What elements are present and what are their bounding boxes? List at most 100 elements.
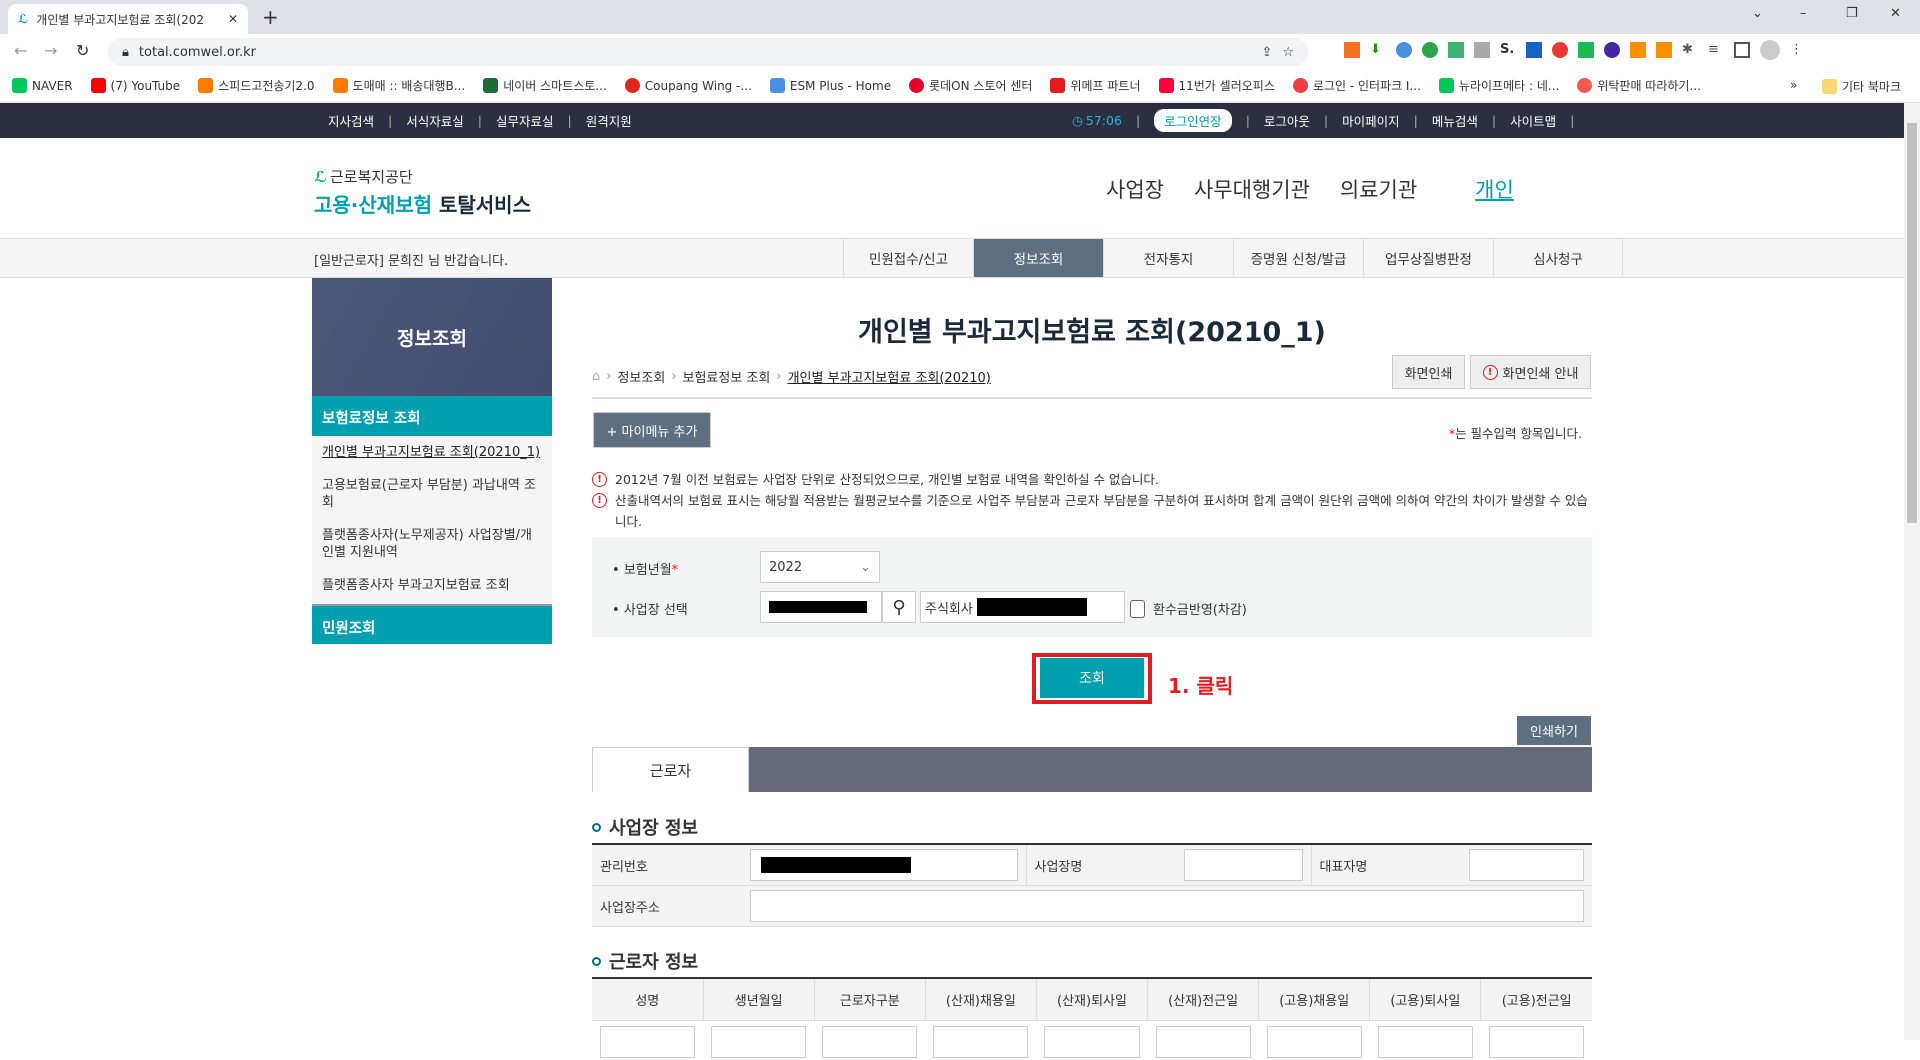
extension-icon[interactable] (1578, 42, 1594, 58)
reading-list-icon[interactable]: ≡ (1708, 42, 1724, 58)
extension-icon[interactable] (1656, 42, 1672, 58)
site-logo[interactable]: ℒ 근로복지공단 고용·산재보험 토탈서비스 (314, 166, 531, 218)
nav-agency[interactable]: 사무대행기관 (1194, 174, 1310, 204)
menu-appeal[interactable]: 심사청구 (1493, 239, 1623, 277)
bookmark[interactable]: (7) YouTube (90, 78, 180, 93)
bookmark[interactable]: NAVER (12, 78, 73, 93)
scrollbar-thumb[interactable] (1907, 123, 1917, 523)
branch-search-link[interactable]: 지사검색 (328, 111, 374, 130)
field-label: 대표자명 (1310, 844, 1461, 886)
sitemap-link[interactable]: 사이트맵 (1510, 111, 1556, 130)
refund-checkbox-row[interactable]: 환수금반영(차감) (1130, 599, 1247, 618)
mypage-link[interactable]: 마이페이지 (1342, 111, 1400, 130)
menu-search-link[interactable]: 메뉴검색 (1432, 111, 1478, 130)
bookmark-favicon (332, 78, 348, 93)
bookmark[interactable]: 스피드고전송기2.0 (198, 77, 315, 94)
redacted-value (976, 598, 1087, 616)
sidebar-item-overpaid[interactable]: 고용보험료(근로자 부담분) 과납내역 조회 (322, 477, 542, 511)
print-button[interactable]: 인쇄하기 (1517, 716, 1591, 745)
bookmarks-overflow[interactable]: » (1790, 78, 1797, 92)
close-window-icon[interactable]: ✕ (1890, 6, 1901, 21)
sidebar-item-individual-premium[interactable]: 개인별 부과고지보험료 조회(20210_1) (322, 444, 542, 461)
search-button[interactable]: 조회 (1040, 658, 1144, 698)
adblock-icon[interactable] (1552, 42, 1568, 58)
bookmark[interactable]: 도매매 :: 배송대행B... (332, 77, 465, 94)
biz-number-input[interactable] (760, 591, 882, 623)
bookmark[interactable]: 로그인 - 인터파크 I... (1292, 77, 1421, 94)
breadcrumb-item[interactable]: 보험료정보 조회 (683, 367, 771, 386)
logout-link[interactable]: 로그아웃 (1264, 111, 1310, 130)
close-tab-icon[interactable]: ✕ (228, 12, 238, 26)
print-screen-button[interactable]: 화면인쇄 (1392, 355, 1465, 389)
extension-icon[interactable] (1448, 42, 1464, 58)
extension-icon[interactable] (1604, 42, 1620, 58)
login-extend-button[interactable]: 로그인연장 (1154, 109, 1232, 132)
bookmark[interactable]: ESM Plus - Home (769, 78, 891, 93)
nav-individual[interactable]: 개인 (1475, 174, 1514, 204)
extension-icon[interactable] (1474, 42, 1490, 58)
puzzle-icon[interactable]: ✱ (1682, 42, 1698, 58)
back-icon[interactable]: ← (14, 41, 27, 60)
forward-icon[interactable]: → (44, 41, 57, 60)
menu-disease-judgement[interactable]: 업무상질병판정 (1363, 239, 1493, 277)
forms-link[interactable]: 서식자료실 (406, 111, 464, 130)
kebab-menu-icon[interactable]: ⋮ (1790, 42, 1803, 60)
extension-icon[interactable] (1396, 42, 1412, 58)
refund-checkbox[interactable] (1130, 599, 1145, 618)
breadcrumb-item[interactable]: 정보조회 (617, 367, 665, 386)
bookmark[interactable]: 뉴라이프메타 : 네... (1438, 77, 1559, 94)
other-bookmarks[interactable]: 기타 북마크 (1822, 78, 1901, 95)
extension-icon[interactable] (1344, 42, 1360, 58)
url-text[interactable]: total.comwel.or.kr (139, 45, 256, 60)
nav-medical[interactable]: 의료기관 (1340, 174, 1417, 204)
page-scrollbar[interactable] (1904, 103, 1920, 1040)
dollar-extension-icon[interactable] (1422, 42, 1438, 58)
remote-support-link[interactable]: 원격지원 (586, 111, 632, 130)
nav-business[interactable]: 사업장 (1106, 174, 1164, 204)
biz-info-table: 관리번호 사업장명 대표자명 사업장주소 (592, 843, 1592, 927)
bookmark[interactable]: Coupang Wing -... (624, 78, 752, 93)
add-mymenu-button[interactable]: + 마이메뉴 추가 (593, 412, 711, 448)
bookmark[interactable]: 위탁판매 따라하기... (1577, 77, 1701, 94)
sidebar-item-platform-premium[interactable]: 플랫폼종사자 부과고지보험료 조회 (322, 577, 542, 594)
sidebar-section-premium[interactable]: 보험료정보 조회 (312, 396, 552, 436)
download-extension-icon[interactable]: ⬇ (1370, 42, 1386, 58)
notice-item: ! 2012년 7월 이전 보험료는 사업장 단위로 산정되었으므로, 개인별 보… (592, 469, 1592, 490)
restore-icon[interactable]: ❐ (1846, 6, 1858, 21)
profile-avatar[interactable] (1760, 40, 1780, 60)
separator: | (1413, 113, 1418, 128)
biz-search-button[interactable]: ⚲ (882, 591, 916, 623)
menu-complaint[interactable]: 민원접수/신고 (843, 239, 973, 277)
sidebar-section-complaint[interactable]: 민원조회 (312, 604, 552, 644)
tab-search-icon[interactable]: ⌄ (1752, 6, 1763, 21)
side-panel-icon[interactable] (1734, 42, 1750, 58)
sidebar-item-platform-support[interactable]: 플랫폼종사자(노무제공자) 사업장별/개인별 지원내역 (322, 527, 542, 561)
new-tab-button[interactable]: + (262, 5, 279, 29)
browser-tab[interactable]: ℒ 개인별 부과고지보험료 조회(202 ✕ (8, 4, 248, 34)
bookmark[interactable]: 네이버 스마트스토... (483, 77, 607, 94)
bookmark[interactable]: 11번가 셀러오피스 (1158, 77, 1275, 94)
star-icon[interactable]: ☆ (1282, 45, 1294, 60)
menu-certificate[interactable]: 증명원 신청/발급 (1233, 239, 1363, 277)
extension-icon[interactable] (1630, 42, 1646, 58)
reload-icon[interactable]: ↻ (76, 41, 89, 60)
print-guide-button[interactable]: ! 화면인쇄 안내 (1470, 355, 1591, 389)
address-bar[interactable]: 🔒︎ total.comwel.or.kr ⇪ ☆ (108, 38, 1308, 66)
session-timer: ◷ 57:06 (1072, 113, 1122, 128)
bookmark[interactable]: 롯데ON 스토어 센터 (909, 77, 1032, 94)
year-select[interactable]: 2022 ⌄ (760, 551, 880, 583)
separator: | (567, 113, 572, 128)
s-extension-icon[interactable]: S. (1500, 42, 1516, 58)
share-icon[interactable]: ⇪ (1261, 45, 1272, 60)
practice-link[interactable]: 실무자료실 (496, 111, 554, 130)
worker-cell (1488, 1026, 1584, 1059)
extension-icon[interactable] (1526, 42, 1542, 58)
breadcrumb-current[interactable]: 개인별 부과고지보험료 조회(20210) (788, 367, 991, 386)
worker-cell (600, 1026, 696, 1059)
minimize-icon[interactable]: – (1800, 6, 1807, 21)
menu-e-notice[interactable]: 전자통지 (1103, 239, 1233, 277)
tab-worker[interactable]: 근로자 (592, 747, 749, 792)
home-icon[interactable]: ⌂ (592, 369, 600, 384)
bookmark[interactable]: 위메프 파트너 (1050, 77, 1141, 94)
menu-info-inquiry[interactable]: 정보조회 (973, 239, 1103, 277)
